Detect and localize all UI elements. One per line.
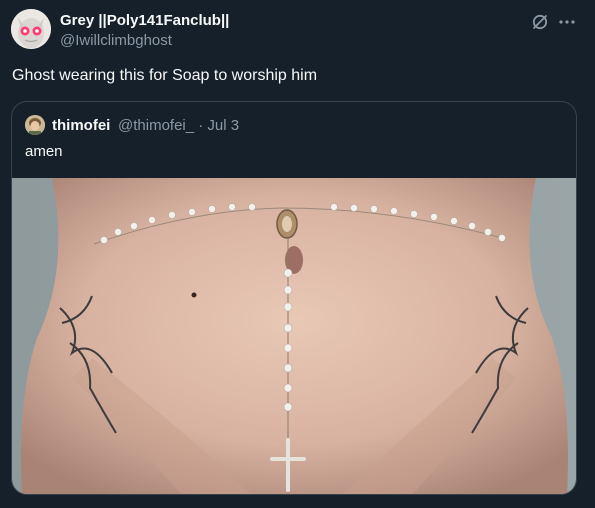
author-display-name[interactable]: Grey ||Poly141Fanclub|| bbox=[60, 12, 229, 29]
quoted-tweet[interactable]: thimofei @thimofei_ · Jul 3 amen bbox=[11, 101, 577, 495]
tweet: Grey ||Poly141Fanclub|| @Iwillclimbghost… bbox=[0, 0, 595, 508]
more-options-icon[interactable] bbox=[557, 13, 577, 31]
quote-author-handle-date[interactable]: @thimofei_ · Jul 3 bbox=[118, 117, 239, 134]
tweet-text: Ghost wearing this for Soap to worship h… bbox=[12, 67, 318, 84]
photo-image bbox=[12, 178, 576, 494]
quote-text: amen bbox=[25, 143, 63, 160]
grok-icon[interactable] bbox=[531, 13, 549, 31]
author-avatar[interactable] bbox=[11, 9, 51, 49]
quote-author-display-name[interactable]: thimofei bbox=[52, 117, 110, 134]
author-avatar-image bbox=[11, 9, 51, 49]
quote-media-photo[interactable] bbox=[12, 178, 576, 494]
quote-author-avatar[interactable] bbox=[25, 115, 45, 135]
quote-avatar-image bbox=[25, 115, 45, 135]
author-handle[interactable]: @Iwillclimbghost bbox=[60, 32, 172, 49]
